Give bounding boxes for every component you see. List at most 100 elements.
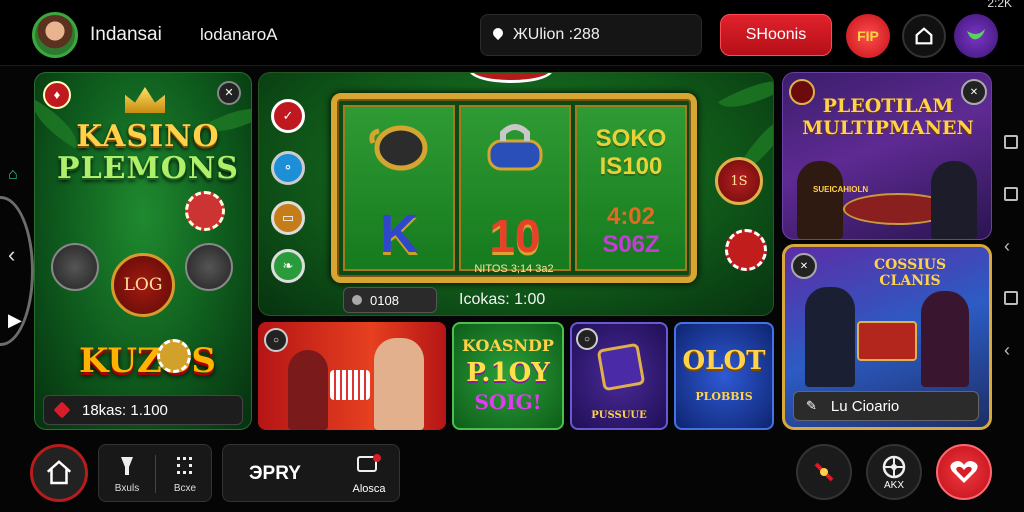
pay-group: ЭPRY Alosca — [222, 444, 400, 502]
main-slot-panel[interactable]: ✓ ⚬ ▭ ❧ K 10 SOKO IS100 4:02 S06Z NITOS … — [258, 72, 774, 316]
info-button[interactable]: ⚬ — [271, 151, 305, 185]
treasure-icon — [596, 342, 646, 392]
game-tile-2[interactable]: KOASNDP P.1OY SOIG! — [452, 322, 564, 430]
play-icon[interactable]: ▶ — [8, 310, 22, 331]
system-nav: ‹ ‹ — [1004, 135, 1018, 359]
home-icon — [46, 460, 72, 485]
reel-3-line-3: 4:02 — [606, 203, 656, 230]
coin-button[interactable]: LOG — [111, 253, 175, 317]
search-input[interactable]: ЖUlion :288 — [480, 14, 702, 56]
side-home-icon[interactable]: ⌂ — [8, 166, 18, 184]
title-line-1: PLEOTILAM — [822, 95, 954, 117]
wheel-button[interactable]: AKX — [866, 444, 922, 500]
top-chip-icon — [469, 73, 553, 83]
game-label-text: Lu Cioario — [830, 397, 900, 415]
card-button[interactable]: ▭ — [271, 201, 305, 235]
slot-machine-icon — [51, 243, 99, 291]
cards-icon — [330, 370, 370, 400]
cup-icon — [369, 125, 428, 171]
bet-pill[interactable]: 0108 — [343, 287, 437, 313]
square-icon-2[interactable] — [1004, 187, 1018, 201]
close-icon[interactable]: ✕ — [791, 253, 817, 279]
game-tile-3[interactable]: ○ PUSSUUE — [570, 322, 668, 430]
home-button[interactable] — [30, 444, 88, 502]
status-clock: 2:2K — [987, 0, 1012, 10]
reel-1: K — [343, 105, 455, 271]
username: Indansai — [90, 24, 162, 45]
bird-icon[interactable] — [954, 14, 998, 58]
game-tile-4[interactable]: OLOT PLOBBIS — [674, 322, 774, 430]
side-coin[interactable]: 1S — [715, 157, 763, 205]
leaf-button[interactable]: ❧ — [271, 249, 305, 283]
brand-logo: KUZOS — [79, 341, 216, 381]
panel-title: PLEOTILAM MULTIPMANEN — [793, 95, 983, 139]
tile-4-line-2: PLOBBIS — [695, 390, 753, 403]
tile-2-line-2: P.1OY — [466, 358, 550, 388]
user-avatar[interactable] — [32, 12, 78, 58]
grid-button-label: Bcxe — [173, 482, 197, 494]
grid-button[interactable]: Bcxe — [157, 445, 213, 503]
title-line-2: MULTIPMANEN — [802, 117, 974, 139]
game-tile-1[interactable]: ○ — [258, 322, 446, 430]
coin-icon — [352, 295, 362, 305]
reel-2: 10 — [459, 105, 571, 271]
player-figure — [797, 161, 843, 239]
gift-button[interactable]: FIP — [846, 14, 890, 58]
wheel-label: AKX — [883, 479, 904, 491]
reel-3-line-4: S06Z — [602, 231, 660, 258]
favorite-button[interactable] — [936, 444, 992, 500]
back-icon-2[interactable]: ‹ — [1004, 341, 1018, 359]
kasino-plemons-panel[interactable]: ♦ ✕ KASINO PLEMONS LOG KUZOS 18kas: 1.10… — [34, 72, 252, 430]
square-icon[interactable] — [1004, 135, 1018, 149]
nav-group: Bxuls Bcxe — [98, 444, 212, 502]
balance-bar[interactable]: 18kas: 1.100 — [43, 395, 243, 425]
reel-caption: NITOS 3;14 3a2 — [474, 263, 554, 275]
tile-4-line-1: OLOT — [682, 346, 766, 376]
dart-icon — [814, 462, 834, 482]
timer-text: Icokas: 1:00 — [459, 291, 546, 308]
cup-icon — [121, 456, 133, 475]
tile-2-line-1: KOASNDP — [462, 336, 554, 355]
cup-button-label: Bxuls — [114, 482, 140, 494]
currency-label: lodanaroA — [200, 25, 278, 44]
title-line-1: KASINO — [76, 119, 220, 154]
chip-icon — [725, 229, 767, 271]
heart-icon — [950, 461, 978, 483]
gold-chip-icon — [157, 339, 191, 373]
tile-3-caption: PUSSUUE — [591, 410, 647, 421]
cup-button[interactable]: Bxuls — [99, 445, 155, 503]
alert-button[interactable]: Alosca — [349, 453, 389, 495]
promo-button[interactable]: SHoonis — [720, 14, 832, 56]
pay-button[interactable]: ЭPRY — [249, 463, 301, 485]
reel-3-top: SOKO IS100 — [577, 125, 685, 181]
location-pin-icon — [493, 28, 503, 42]
cossius-panel[interactable]: ✕ COSSIUS CLANIS ✎ Lu Cioario — [782, 244, 992, 430]
chat-alert-icon — [357, 454, 381, 472]
bottom-nav: Bxuls Bcxe ЭPRY Alosca AKX — [0, 436, 1024, 512]
multiplayer-panel[interactable]: ✕ PLEOTILAM MULTIPMANEN SUEICAHIOLN — [782, 72, 992, 240]
square-icon-3[interactable] — [1004, 291, 1018, 305]
back-icon[interactable]: ‹ — [1004, 237, 1018, 255]
info-icon[interactable]: ○ — [264, 328, 288, 352]
back-chevron-icon[interactable]: ‹ — [8, 242, 15, 268]
info-icon[interactable]: ○ — [576, 328, 598, 350]
home-icon[interactable] — [902, 14, 946, 58]
badge-icon[interactable]: ♦ — [43, 81, 71, 109]
close-icon[interactable]: ✕ — [217, 81, 241, 105]
host-figure-2 — [921, 291, 969, 387]
alert-label: Alosca — [352, 483, 386, 495]
like-button[interactable]: ✓ — [271, 99, 305, 133]
game-label[interactable]: ✎ Lu Cioario — [793, 391, 979, 421]
pencil-icon: ✎ — [806, 398, 817, 413]
divider — [155, 455, 156, 493]
reel-3-line-2: IS100 — [599, 153, 663, 180]
reels-frame: K 10 SOKO IS100 4:02 S06Z NITOS 3;14 3a2 — [331, 93, 697, 283]
balance-text: 18kas: 1.100 — [82, 401, 168, 419]
grid-icon — [177, 456, 192, 474]
panel-title: KASINO PLEMONS — [53, 121, 243, 185]
title-line-2: CLANIS — [879, 273, 941, 289]
spin-button[interactable] — [796, 444, 852, 500]
panel-title: COSSIUS CLANIS — [835, 257, 985, 289]
host-figure — [805, 287, 855, 387]
heart-icon — [53, 401, 71, 419]
